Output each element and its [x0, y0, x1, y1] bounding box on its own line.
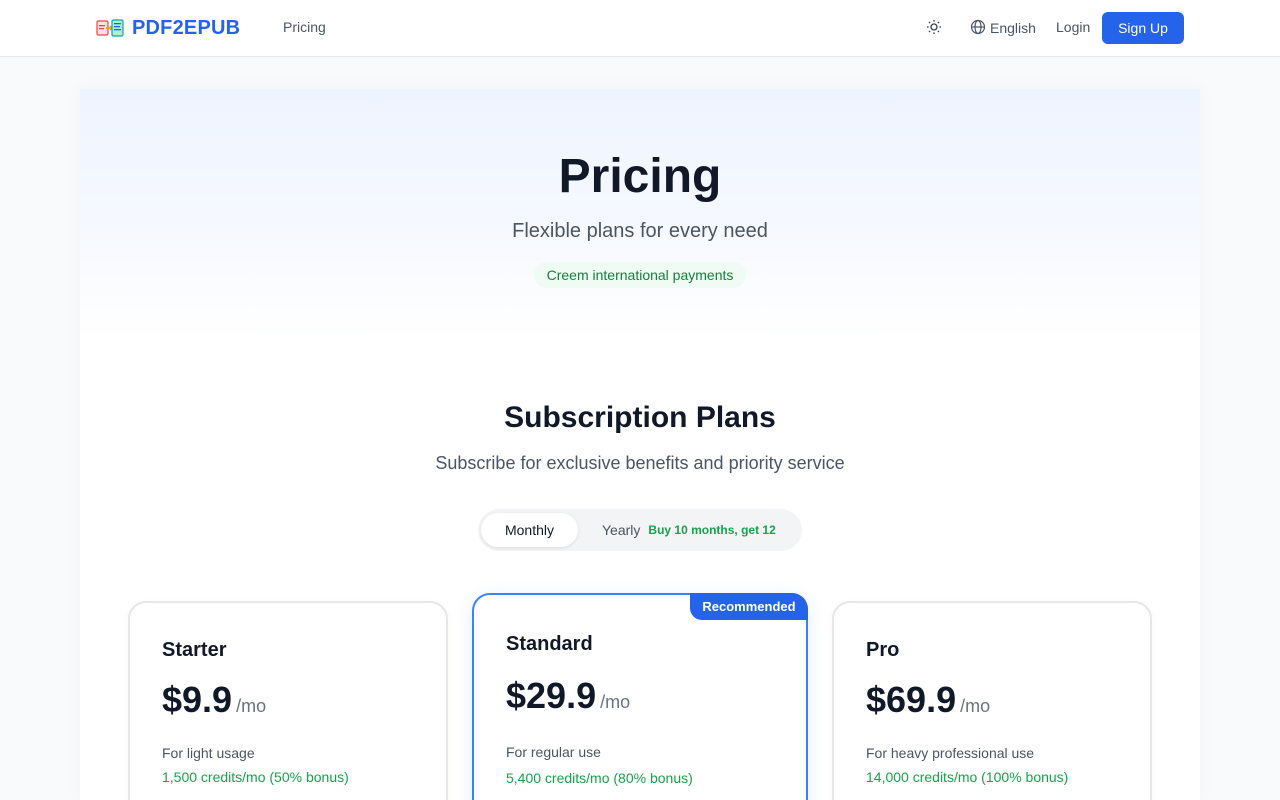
plan-credits: 14,000 credits/mo (100% bonus) [866, 769, 1069, 785]
subscription-section-title: Subscription Plans [504, 401, 776, 434]
plan-price-row: $69.9 /mo [866, 679, 990, 721]
brand-link[interactable]: PDF2EPUB [96, 16, 240, 40]
plan-price: $29.9 [506, 675, 597, 716]
sun-icon [926, 19, 942, 38]
plan-description: For light usage [162, 745, 255, 761]
plan-name: Starter [162, 639, 227, 661]
plan-description: For regular use [506, 744, 601, 760]
plan-period: /mo [600, 692, 631, 712]
plan-name: Pro [866, 639, 900, 661]
plan-name: Standard [506, 633, 593, 655]
plan-period: /mo [960, 696, 991, 716]
plan-description: For heavy professional use [866, 745, 1035, 761]
subscription-section-description: Subscribe for exclusive benefits and pri… [435, 453, 845, 473]
login-link[interactable]: Login [1056, 19, 1090, 35]
hero-background [80, 89, 1200, 339]
plan-card-pro: Pro $69.9 /mo For heavy professional use… [832, 601, 1152, 800]
monthly-billing-option[interactable]: Monthly [481, 513, 578, 547]
yearly-promo-text: Buy 10 months, get 12 [648, 523, 776, 537]
page-subtitle: Flexible plans for every need [512, 220, 768, 242]
top-navbar: PDF2EPUB Pricing English Login Sign Up [0, 0, 1280, 57]
language-selector[interactable]: English [970, 18, 1036, 38]
plan-credits: 1,500 credits/mo (50% bonus) [162, 769, 349, 785]
page-title: Pricing [558, 150, 722, 203]
language-label: English [990, 20, 1036, 36]
theme-toggle-button[interactable] [922, 16, 946, 40]
plan-card-standard: Recommended Standard $29.9 /mo For regul… [472, 593, 808, 800]
brand-name: PDF2EPUB [132, 16, 241, 39]
globe-icon [970, 19, 990, 38]
signup-button[interactable]: Sign Up [1102, 12, 1184, 44]
pdf-to-epub-logo-icon [96, 17, 124, 39]
plan-price-row: $29.9 /mo [506, 675, 630, 717]
plan-price: $69.9 [866, 679, 957, 720]
nav-link-pricing[interactable]: Pricing [283, 19, 326, 35]
plan-card-starter: Starter $9.9 /mo For light usage 1,500 c… [128, 601, 448, 800]
plan-price: $9.9 [162, 679, 233, 720]
plan-price-row: $9.9 /mo [162, 679, 266, 721]
payment-provider-badge: Creem international payments [534, 262, 746, 288]
billing-period-toggle: Monthly Yearly Buy 10 months, get 12 [478, 509, 802, 551]
pricing-main-panel: Pricing Flexible plans for every need Cr… [80, 89, 1200, 800]
plan-period: /mo [236, 696, 267, 716]
recommended-badge: Recommended [690, 593, 808, 620]
plan-credits: 5,400 credits/mo (80% bonus) [506, 770, 693, 786]
yearly-billing-option[interactable]: Yearly Buy 10 months, get 12 [590, 513, 796, 547]
yearly-label: Yearly [602, 522, 641, 538]
